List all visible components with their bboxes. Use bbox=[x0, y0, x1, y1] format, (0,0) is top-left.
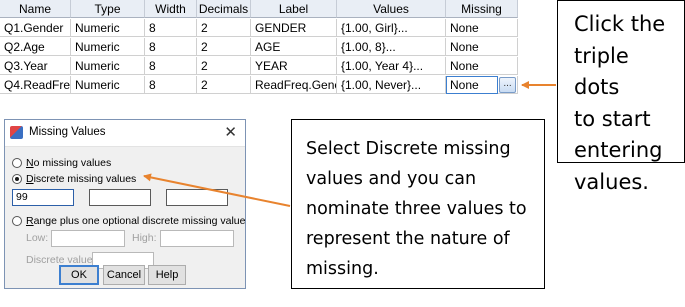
column-header-type[interactable]: Type bbox=[71, 0, 145, 18]
column-header-label[interactable]: Label bbox=[251, 0, 337, 18]
cell-values[interactable]: {1.00, 8}... bbox=[337, 38, 446, 56]
radio-range-plus-discrete[interactable]: Range plus one optional discrete missing… bbox=[12, 214, 245, 228]
callout-line: entering bbox=[574, 138, 663, 162]
cell-decimals[interactable]: 2 bbox=[197, 57, 251, 75]
cell-name[interactable]: Q3.Year bbox=[0, 57, 71, 75]
cell-width[interactable]: 8 bbox=[145, 38, 197, 56]
ok-button[interactable]: OK bbox=[59, 265, 99, 285]
cell-decimals[interactable]: 2 bbox=[197, 38, 251, 56]
column-header-width[interactable]: Width bbox=[145, 0, 197, 18]
cancel-button[interactable]: Cancel bbox=[103, 265, 145, 285]
table-row: Q4.ReadFreq Numeric 8 2 ReadFreq.Gene...… bbox=[0, 76, 518, 95]
low-input bbox=[51, 230, 125, 247]
table-row: Q1.Gender Numeric 8 2 GENDER {1.00, Girl… bbox=[0, 19, 518, 38]
callout-line: nominate three values to bbox=[306, 199, 527, 219]
high-label: High: bbox=[132, 232, 157, 244]
radio-discrete-missing-values[interactable]: Discrete missing values bbox=[12, 172, 136, 186]
callout-line: values and you can bbox=[306, 169, 477, 189]
grid-header-row: Name Type Width Decimals Label Values Mi… bbox=[0, 0, 518, 19]
dialog-titlebar[interactable]: Missing Values ✕ bbox=[5, 120, 245, 147]
missing-cell-editor[interactable]: None bbox=[446, 76, 498, 94]
callout-line: to start bbox=[574, 106, 651, 131]
callout-line: represent the nature of bbox=[306, 229, 510, 249]
discrete-value-1-input[interactable]: 99 bbox=[12, 189, 74, 206]
cell-name[interactable]: Q4.ReadFreq bbox=[0, 76, 71, 94]
low-label: Low: bbox=[26, 232, 49, 244]
cell-type[interactable]: Numeric bbox=[71, 38, 145, 56]
dialog-title: Missing Values bbox=[29, 126, 106, 138]
cell-missing[interactable]: None bbox=[446, 57, 518, 75]
cell-decimals[interactable]: 2 bbox=[197, 19, 251, 37]
radio-circle[interactable] bbox=[12, 158, 22, 168]
close-icon[interactable]: ✕ bbox=[224, 123, 237, 141]
callout-triple-dots: Click the triple dots to start entering … bbox=[557, 0, 685, 194]
cell-width[interactable]: 8 bbox=[145, 19, 197, 37]
cell-missing[interactable]: None bbox=[446, 19, 518, 37]
radio-no-missing-values[interactable]: No missing values bbox=[12, 156, 111, 170]
cell-label[interactable]: AGE bbox=[251, 38, 337, 56]
cell-missing[interactable]: None bbox=[446, 38, 518, 56]
cell-type[interactable]: Numeric bbox=[71, 19, 145, 37]
table-row: Q3.Year Numeric 8 2 YEAR {1.00, Year 4}.… bbox=[0, 57, 518, 76]
column-header-values[interactable]: Values bbox=[337, 0, 446, 18]
callout-line: Select Discrete missing bbox=[306, 139, 511, 159]
cell-label[interactable]: YEAR bbox=[251, 57, 337, 75]
callout-line: Click the bbox=[574, 12, 666, 36]
callout-line: triple dots bbox=[574, 43, 629, 100]
cell-decimals[interactable]: 2 bbox=[197, 76, 251, 94]
callout-discrete-missing: Select Discrete missing values and you c… bbox=[291, 119, 545, 289]
cell-values[interactable]: {1.00, Never}... bbox=[337, 76, 446, 94]
help-button[interactable]: Help bbox=[148, 265, 186, 285]
missing-ellipsis-button[interactable]: ... bbox=[499, 77, 516, 93]
cell-type[interactable]: Numeric bbox=[71, 57, 145, 75]
cell-type[interactable]: Numeric bbox=[71, 76, 145, 94]
radio-circle-selected[interactable] bbox=[12, 174, 22, 184]
cell-values[interactable]: {1.00, Year 4}... bbox=[337, 57, 446, 75]
cell-width[interactable]: 8 bbox=[145, 57, 197, 75]
high-input bbox=[160, 230, 234, 247]
callout-line: missing. bbox=[306, 259, 379, 279]
missing-values-dialog: Missing Values ✕ No missing values Discr… bbox=[4, 119, 246, 289]
cell-name[interactable]: Q2.Age bbox=[0, 38, 71, 56]
cell-width[interactable]: 8 bbox=[145, 76, 197, 94]
spss-app-icon bbox=[10, 126, 23, 139]
variable-view-grid: Name Type Width Decimals Label Values Mi… bbox=[0, 0, 518, 95]
discrete-value-3-input[interactable] bbox=[166, 189, 228, 206]
discrete-value-2-input[interactable] bbox=[89, 189, 151, 206]
table-row: Q2.Age Numeric 8 2 AGE {1.00, 8}... None bbox=[0, 38, 518, 57]
cell-label[interactable]: GENDER bbox=[251, 19, 337, 37]
column-header-missing[interactable]: Missing bbox=[446, 0, 518, 18]
column-header-decimals[interactable]: Decimals bbox=[197, 0, 251, 18]
cell-name[interactable]: Q1.Gender bbox=[0, 19, 71, 37]
column-header-name[interactable]: Name bbox=[0, 0, 71, 18]
cell-label[interactable]: ReadFreq.Gene... bbox=[251, 76, 337, 94]
radio-circle[interactable] bbox=[12, 216, 22, 226]
callout-line: values. bbox=[574, 169, 649, 194]
cell-values[interactable]: {1.00, Girl}... bbox=[337, 19, 446, 37]
